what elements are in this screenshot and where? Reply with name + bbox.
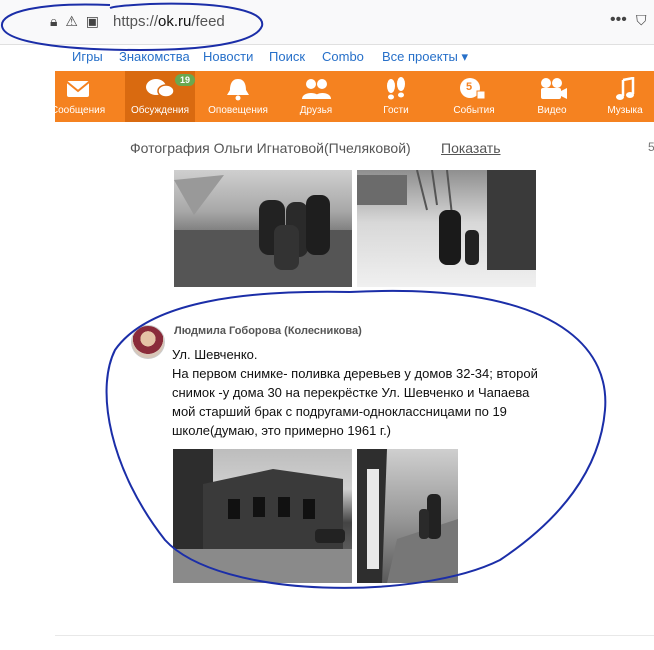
envelope-icon — [66, 81, 90, 97]
photo-old-house[interactable] — [173, 449, 352, 583]
url-prefix: https:// — [113, 13, 159, 30]
nav-discussions[interactable]: 19 Обсуждения — [125, 71, 196, 122]
photo-street-corner[interactable] — [357, 449, 458, 583]
nav-label-discussions: Обсуждения — [130, 105, 190, 116]
nav-label-events: События — [453, 105, 495, 116]
url-path: /feed — [191, 13, 225, 30]
events-icon — [460, 78, 486, 100]
photo-winter-street[interactable] — [357, 170, 536, 287]
nav-label-messages: Сообщения — [50, 105, 106, 116]
footprints-icon — [387, 77, 405, 100]
nav-guests[interactable]: Гости — [361, 71, 431, 122]
people-icon — [302, 79, 331, 99]
nav-label-friends: Друзья — [299, 105, 333, 116]
main-navigation: Сообщения 19 Обсуждения Оповещения Друзь… — [51, 71, 654, 122]
photo-winter-street-image — [357, 170, 536, 270]
toplink-search[interactable]: Поиск — [269, 49, 305, 64]
video-camera-icon — [541, 78, 567, 99]
nav-events[interactable]: 5 События — [439, 71, 509, 122]
photo-children-group[interactable] — [174, 170, 352, 287]
toplink-dating[interactable]: Знакомства — [119, 49, 190, 64]
discussions-badge: 19 — [175, 74, 196, 86]
feed-divider — [55, 635, 654, 636]
nav-notifications[interactable]: Оповещения — [203, 71, 273, 122]
toplink-all-projects[interactable]: Все проекты ▾ — [382, 49, 468, 65]
post-line: школе(думаю, это примерно 1961 г.) — [172, 423, 392, 438]
url-domain: ok.ru — [158, 13, 192, 30]
toplink-games[interactable]: Игры — [72, 49, 103, 64]
toplink-combo[interactable]: Combo — [322, 49, 364, 64]
nav-messages[interactable]: Сообщения — [43, 71, 113, 122]
photo-street-corner-image — [357, 449, 458, 583]
photo-caption: Фотография Ольги Игнатовой(Пчеляковой) — [130, 140, 411, 156]
nav-video[interactable]: Видео — [517, 71, 587, 122]
post-line: снимок -у дома 30 на перекрёстке Ул. Шев… — [172, 385, 530, 400]
post-text: Ул. Шевченко. На первом снимке- поливка … — [172, 345, 592, 440]
pocket-icon[interactable]: ⛉ — [636, 12, 647, 29]
page-actions-icon[interactable]: ••• — [610, 11, 627, 29]
nav-music[interactable]: Музыка — [590, 71, 654, 122]
nav-label-guests: Гости — [383, 105, 409, 116]
bell-icon — [227, 79, 249, 101]
site-info-icons[interactable]: 🔒︎ ⚠︎ ▣ — [50, 13, 101, 30]
url-field[interactable]: https://ok.ru/feed — [113, 13, 225, 30]
nav-label-video: Видео — [537, 105, 567, 116]
post-line: Ул. Шевченко. — [172, 347, 258, 362]
events-count: 5 — [466, 81, 473, 93]
toplink-news[interactable]: Новости — [203, 49, 253, 64]
cut-digit: 5 — [648, 140, 654, 154]
nav-friends[interactable]: Друзья — [281, 71, 351, 122]
address-bar[interactable]: 🔒︎ ⚠︎ ▣ https://ok.ru/feed ••• ⛉ — [0, 0, 654, 45]
post-author[interactable]: Людмила Гоборова (Колесникова) — [174, 325, 362, 337]
avatar[interactable] — [131, 325, 165, 359]
post-line: мой старший брак с подругами-одноклассни… — [172, 404, 507, 419]
photo-children-group-image — [174, 175, 352, 287]
nav-label-notifications: Оповещения — [208, 105, 268, 116]
post-line: На первом снимке- поливка деревьев у дом… — [172, 366, 538, 381]
show-link[interactable]: Показать — [441, 140, 501, 156]
music-note-icon — [616, 77, 635, 100]
photo-old-house-image — [173, 449, 352, 583]
nav-label-music: Музыка — [607, 105, 643, 116]
